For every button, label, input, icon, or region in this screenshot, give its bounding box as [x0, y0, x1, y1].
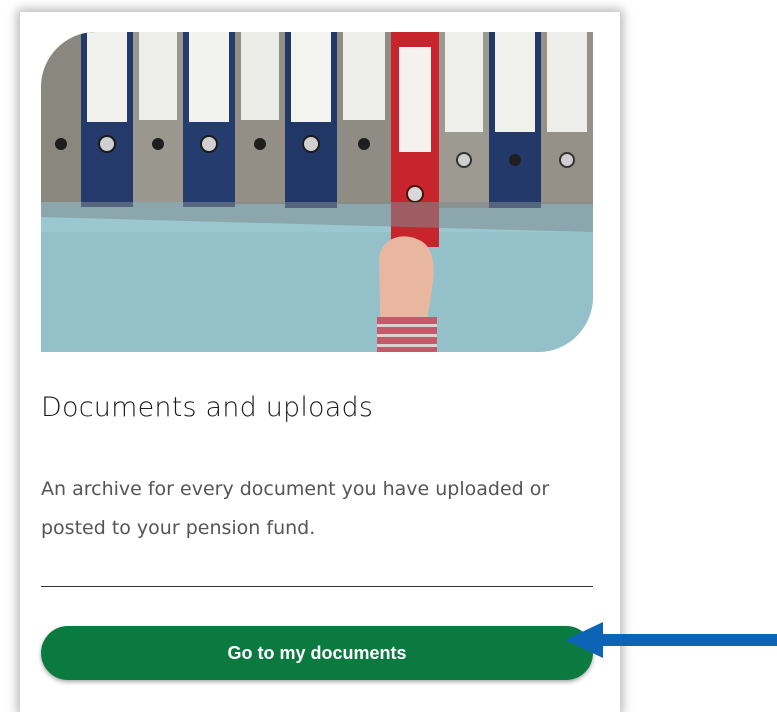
documents-hero-image — [41, 32, 593, 352]
card-description: An archive for every document you have u… — [41, 478, 550, 539]
arrow-left-icon — [565, 622, 777, 658]
go-to-documents-button[interactable]: Go to my documents — [41, 626, 593, 680]
card-title: Documents and uploads — [41, 392, 374, 423]
go-to-documents-label: Go to my documents — [227, 642, 407, 663]
documents-card: Documents and uploads An archive for eve… — [20, 12, 620, 712]
divider — [41, 586, 593, 587]
